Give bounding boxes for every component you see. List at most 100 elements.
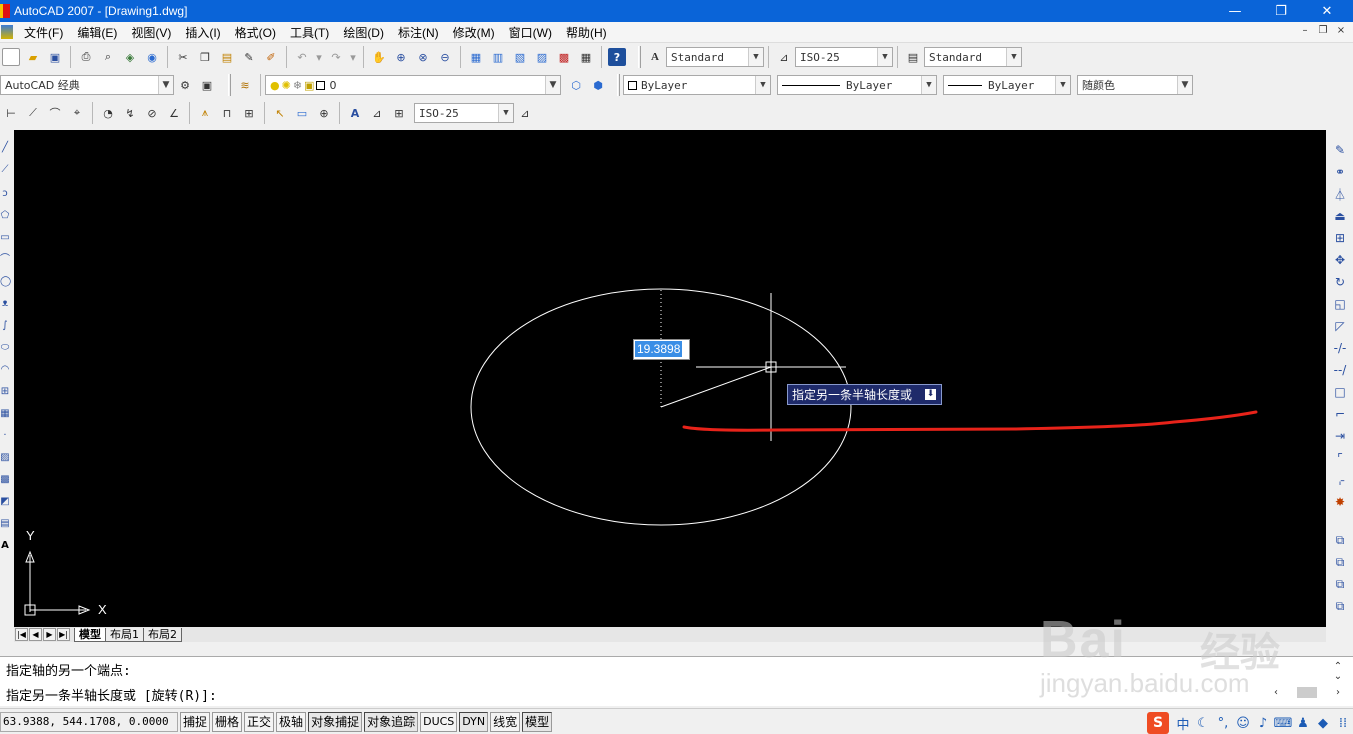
chamfer-icon[interactable]: ⌜ bbox=[1331, 449, 1349, 467]
menu-insert[interactable]: 插入(I) bbox=[178, 24, 227, 41]
spline-icon[interactable]: ∫ bbox=[0, 319, 10, 333]
chevron-down-icon[interactable]: ▼ bbox=[748, 48, 763, 66]
open-file-icon[interactable]: ▰ bbox=[24, 48, 42, 66]
match-properties-icon[interactable]: ✎ bbox=[240, 48, 258, 66]
region-icon[interactable]: ◩ bbox=[0, 495, 10, 509]
layer-previous-icon[interactable]: ⬢ bbox=[589, 76, 607, 94]
dynamic-input-field[interactable]: 19.3898 bbox=[633, 339, 690, 360]
point-icon[interactable]: · bbox=[0, 429, 10, 443]
hatch-icon[interactable]: ▨ bbox=[0, 451, 10, 465]
snap-toggle[interactable]: 捕捉 bbox=[180, 711, 211, 732]
arc-icon[interactable]: ⌒ bbox=[0, 253, 10, 267]
save-icon[interactable]: ▣ bbox=[46, 48, 64, 66]
dim-radius-icon[interactable]: ◔ bbox=[99, 104, 117, 122]
rectangle-icon[interactable]: ▭ bbox=[0, 231, 10, 245]
erase-icon[interactable]: ✎ bbox=[1331, 141, 1349, 159]
zoom-window-icon[interactable]: ⊗ bbox=[414, 48, 432, 66]
multiline-text-icon[interactable]: A bbox=[0, 539, 10, 553]
dim-toolbar-style-select[interactable]: ISO-25 ▼ bbox=[414, 103, 514, 123]
command-scroll-down-icon[interactable]: ⌄ bbox=[1331, 671, 1345, 682]
dim-diameter-icon[interactable]: ⊘ bbox=[143, 104, 161, 122]
dim-edit-icon[interactable]: A bbox=[346, 104, 364, 122]
tool-palettes-icon[interactable]: ▧ bbox=[511, 48, 529, 66]
dim-style-manager-icon[interactable]: ⊿ bbox=[516, 104, 534, 122]
dim-linear-icon[interactable]: ⊢ bbox=[2, 104, 20, 122]
dyn-toggle[interactable]: DYN bbox=[459, 711, 489, 732]
offset-icon[interactable]: ⏏ bbox=[1331, 207, 1349, 225]
3d-dwf-icon[interactable]: ◉ bbox=[143, 48, 161, 66]
plot-style-select[interactable]: 随颜色 ▼ bbox=[1077, 75, 1193, 95]
otrack-toggle[interactable]: 对象追踪 bbox=[364, 711, 419, 732]
zoom-realtime-icon[interactable]: ⊕ bbox=[392, 48, 410, 66]
menu-edit[interactable]: 编辑(E) bbox=[70, 24, 124, 41]
redo-icon[interactable]: ↷ bbox=[327, 48, 345, 66]
dim-ordinate-icon[interactable]: ⌖ bbox=[68, 104, 86, 122]
make-current-layer-icon[interactable]: ⬡ bbox=[567, 76, 585, 94]
polar-toggle[interactable]: 极轴 bbox=[276, 711, 307, 732]
toolbar-grip[interactable] bbox=[228, 74, 231, 96]
insert-block-icon[interactable]: ⊞ bbox=[0, 385, 10, 399]
layer-manager-icon[interactable]: ≋ bbox=[236, 76, 254, 94]
construction-line-icon[interactable]: ⟋ bbox=[0, 163, 10, 177]
pan-icon[interactable]: ✋ bbox=[370, 48, 388, 66]
rotate-icon[interactable]: ↻ bbox=[1331, 273, 1349, 291]
circle-icon[interactable]: ◯ bbox=[0, 275, 11, 289]
markup-icon[interactable]: ▩ bbox=[555, 48, 573, 66]
quick-dim-icon[interactable]: ⩚ bbox=[196, 104, 214, 122]
plot-preview-icon[interactable]: ⌕ bbox=[99, 48, 117, 66]
break-at-point-icon[interactable]: □ bbox=[1331, 383, 1349, 401]
microphone-icon[interactable]: ♪ bbox=[1253, 716, 1273, 731]
menu-tools[interactable]: 工具(T) bbox=[283, 24, 336, 41]
smiley-icon[interactable]: ☺ bbox=[1233, 716, 1253, 731]
autocad-app-icon[interactable] bbox=[0, 4, 10, 18]
dim-style-select[interactable]: ISO-25 ▼ bbox=[795, 47, 893, 67]
stretch-icon[interactable]: ◸ bbox=[1331, 317, 1349, 335]
lineweight-toggle[interactable]: 线宽 bbox=[490, 711, 521, 732]
grid-toggle[interactable]: 栅格 bbox=[212, 711, 243, 732]
draworder-above-icon[interactable]: ⧉ bbox=[1331, 575, 1349, 593]
dim-continue-icon[interactable]: ⊞ bbox=[240, 104, 258, 122]
extend-icon[interactable]: --/ bbox=[1331, 361, 1349, 379]
workspace-save-icon[interactable]: ▣ bbox=[198, 76, 216, 94]
chevron-down-icon[interactable]: ▼ bbox=[921, 76, 936, 94]
shirt-icon[interactable]: ◆ bbox=[1313, 716, 1333, 731]
undo-dropdown-icon[interactable]: ▾ bbox=[315, 48, 323, 66]
dim-arc-icon[interactable]: ⌒ bbox=[46, 104, 64, 122]
ellipse-icon[interactable]: ⬭ bbox=[0, 341, 10, 355]
line-icon[interactable]: ╱ bbox=[0, 141, 10, 155]
doc-restore-button[interactable]: ❐ bbox=[1315, 25, 1331, 39]
undo-icon[interactable]: ↶ bbox=[293, 48, 311, 66]
linetype-select[interactable]: ByLayer ▼ bbox=[777, 75, 937, 95]
table-style-select[interactable]: Standard ▼ bbox=[924, 47, 1022, 67]
revision-cloud-icon[interactable]: ᴥ bbox=[0, 297, 10, 311]
trim-icon[interactable]: -/- bbox=[1331, 339, 1349, 357]
command-current-line[interactable]: 指定另一条半轴长度或 [旋转(R)]: bbox=[6, 685, 217, 704]
polyline-icon[interactable]: ↄ bbox=[0, 187, 10, 201]
doc-minimize-button[interactable]: – bbox=[1297, 25, 1313, 39]
sogou-ime-logo[interactable]: S bbox=[1147, 712, 1169, 734]
mirror-icon[interactable]: ⏃ bbox=[1331, 185, 1349, 203]
quick-leader-icon[interactable]: ↖ bbox=[271, 104, 289, 122]
menu-file[interactable]: 文件(F) bbox=[17, 24, 70, 41]
plot-icon[interactable]: ⎙ bbox=[77, 48, 95, 66]
dim-jogged-icon[interactable]: ↯ bbox=[121, 104, 139, 122]
calculator-icon[interactable]: ▦ bbox=[577, 48, 595, 66]
drawing-area[interactable]: Y X 19.3898 指定另一条半轴长度或 ⬇ bbox=[14, 130, 1326, 627]
tolerance-icon[interactable]: ▭ bbox=[293, 104, 311, 122]
close-button[interactable]: ✕ bbox=[1304, 0, 1350, 22]
publish-icon[interactable]: ◈ bbox=[121, 48, 139, 66]
chevron-down-icon[interactable]: ▼ bbox=[1177, 76, 1192, 94]
scale-icon[interactable]: ◱ bbox=[1331, 295, 1349, 313]
center-mark-icon[interactable]: ⊕ bbox=[315, 104, 333, 122]
gradient-icon[interactable]: ▩ bbox=[0, 473, 10, 487]
menu-window[interactable]: 窗口(W) bbox=[502, 24, 559, 41]
menu-view[interactable]: 视图(V) bbox=[124, 24, 178, 41]
copy-object-icon[interactable]: ⚭ bbox=[1331, 163, 1349, 181]
menu-help[interactable]: 帮助(H) bbox=[559, 24, 614, 41]
chevron-down-icon[interactable]: ▼ bbox=[158, 76, 173, 94]
make-block-icon[interactable]: ▦ bbox=[0, 407, 10, 421]
ime-language[interactable]: 中 bbox=[1173, 714, 1193, 733]
explode-icon[interactable]: ✸ bbox=[1331, 493, 1349, 511]
copy-icon[interactable]: ❐ bbox=[196, 48, 214, 66]
dim-angular-icon[interactable]: ∠ bbox=[165, 104, 183, 122]
